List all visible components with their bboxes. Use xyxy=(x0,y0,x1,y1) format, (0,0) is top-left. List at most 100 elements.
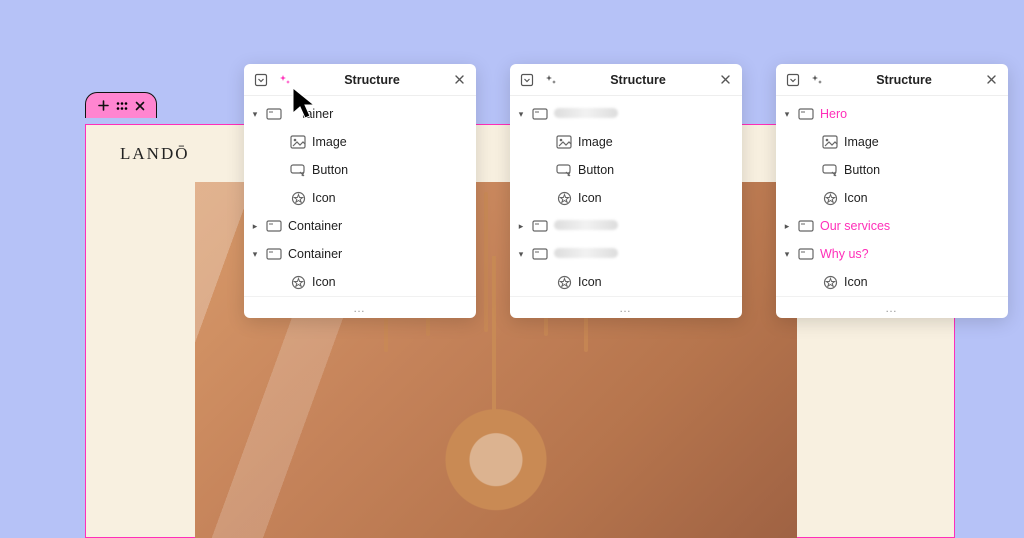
tree-row[interactable]: ▾ Why us? xyxy=(776,240,1008,268)
blurred-label xyxy=(554,108,618,118)
structure-panel-2: Structure▾ImageButtonIcon▸▾Icon… xyxy=(510,64,742,318)
icon-icon xyxy=(822,274,838,290)
sparkle-icon[interactable] xyxy=(808,71,826,89)
tree-row[interactable]: Button xyxy=(510,156,742,184)
tree-row-label: Icon xyxy=(844,191,998,205)
panel-menu-icon[interactable] xyxy=(252,71,270,89)
container-icon xyxy=(532,246,548,262)
tree-row-label xyxy=(554,219,732,233)
tree-row[interactable]: Image xyxy=(244,128,476,156)
tree-row-label xyxy=(554,107,732,121)
button-icon xyxy=(290,162,306,178)
chevron-right-icon[interactable]: ▸ xyxy=(516,221,526,232)
image-icon xyxy=(822,134,838,150)
structure-panel-3: Structure ▾ Hero Image Button Icon ▸ Our servic… xyxy=(776,64,1008,318)
chevron-right-icon[interactable]: ▸ xyxy=(782,221,792,232)
sparkle-icon[interactable] xyxy=(276,71,294,89)
panel-footer-more[interactable]: … xyxy=(510,296,742,318)
chevron-down-icon[interactable]: ▾ xyxy=(516,249,526,260)
tree-row[interactable]: ▾ xyxy=(510,100,742,128)
icon-icon xyxy=(822,190,838,206)
tree-row-label: Icon xyxy=(578,191,732,205)
tree-row[interactable]: Button xyxy=(244,156,476,184)
tree-row[interactable]: Icon xyxy=(776,184,1008,212)
tree-row[interactable]: ▾ xyxy=(510,240,742,268)
plus-icon[interactable] xyxy=(98,100,109,111)
tree-row[interactable]: Button xyxy=(776,156,1008,184)
container-icon xyxy=(798,218,814,234)
panel-menu-icon[interactable] xyxy=(784,71,802,89)
close-icon[interactable] xyxy=(135,101,145,111)
close-icon[interactable] xyxy=(716,71,734,89)
chevron-down-icon[interactable]: ▾ xyxy=(782,249,792,260)
tree-row-label: Icon xyxy=(578,275,732,289)
tree-row-label: Why us? xyxy=(820,247,998,261)
tree-row[interactable]: ▸ Container xyxy=(244,212,476,240)
button-icon xyxy=(556,162,572,178)
button-icon xyxy=(822,162,838,178)
tree-row-label: Button xyxy=(844,163,998,177)
panel-header: Structure xyxy=(776,64,1008,96)
structure-tree: ▾ tainer Image Button Icon ▸ Container ▾ Contain… xyxy=(244,96,476,296)
container-icon xyxy=(266,106,282,122)
tree-row-label: Our services xyxy=(820,219,998,233)
panel-menu-icon[interactable] xyxy=(518,71,536,89)
tree-row[interactable]: Image xyxy=(776,128,1008,156)
tree-row[interactable]: Icon xyxy=(510,184,742,212)
close-icon[interactable] xyxy=(982,71,1000,89)
image-icon xyxy=(556,134,572,150)
panel-title: Structure xyxy=(832,73,976,87)
container-icon xyxy=(532,218,548,234)
tree-row[interactable]: Icon xyxy=(776,268,1008,296)
icon-icon xyxy=(556,274,572,290)
panel-title: Structure xyxy=(300,73,444,87)
tree-row[interactable]: ▾ Container xyxy=(244,240,476,268)
container-icon xyxy=(266,218,282,234)
panel-header: Structure xyxy=(244,64,476,96)
tree-row[interactable]: Icon xyxy=(244,184,476,212)
structure-tree: ▾ Hero Image Button Icon ▸ Our services ▾ Why us… xyxy=(776,96,1008,296)
structure-panel-1: Structure ▾ tainer Image Button Icon ▸ Containe… xyxy=(244,64,476,318)
tree-row-label: Container xyxy=(288,247,466,261)
icon-icon xyxy=(556,190,572,206)
tree-row-label: Icon xyxy=(844,275,998,289)
section-tab[interactable] xyxy=(85,92,157,118)
sparkle-icon[interactable] xyxy=(542,71,560,89)
container-icon xyxy=(798,246,814,262)
chevron-down-icon[interactable]: ▾ xyxy=(250,109,260,120)
blurred-label xyxy=(554,248,618,258)
container-icon xyxy=(532,106,548,122)
tree-row[interactable]: ▾ Hero xyxy=(776,100,1008,128)
chevron-down-icon[interactable]: ▾ xyxy=(782,109,792,120)
panel-footer-more[interactable]: … xyxy=(244,296,476,318)
brand-logo: LANDŌ xyxy=(120,144,190,164)
tree-row-label: Hero xyxy=(820,107,998,121)
tree-row-label: Button xyxy=(312,163,466,177)
tree-row[interactable]: Icon xyxy=(244,268,476,296)
chevron-right-icon[interactable]: ▸ xyxy=(250,221,260,232)
structure-tree: ▾ Image Button Icon ▸ ▾ Icon xyxy=(510,96,742,296)
tree-row[interactable]: Image xyxy=(510,128,742,156)
drag-dots-icon[interactable] xyxy=(116,101,128,111)
container-icon xyxy=(798,106,814,122)
tree-row-label: Icon xyxy=(312,191,466,205)
image-icon xyxy=(290,134,306,150)
chevron-down-icon[interactable]: ▾ xyxy=(516,109,526,120)
chevron-down-icon[interactable]: ▾ xyxy=(250,249,260,260)
icon-icon xyxy=(290,274,306,290)
tree-row-label: Image xyxy=(844,135,998,149)
container-icon xyxy=(266,246,282,262)
tree-row-label: Image xyxy=(578,135,732,149)
tree-row-label: tainer xyxy=(288,107,466,121)
panel-footer-more[interactable]: … xyxy=(776,296,1008,318)
close-icon[interactable] xyxy=(450,71,468,89)
blurred-label xyxy=(554,220,618,230)
tree-row[interactable]: ▾ tainer xyxy=(244,100,476,128)
tree-row-label: Container xyxy=(288,219,466,233)
tree-row-label: Icon xyxy=(312,275,466,289)
tree-row[interactable]: ▸ Our services xyxy=(776,212,1008,240)
tree-row-label: Button xyxy=(578,163,732,177)
icon-icon xyxy=(290,190,306,206)
tree-row[interactable]: Icon xyxy=(510,268,742,296)
tree-row[interactable]: ▸ xyxy=(510,212,742,240)
